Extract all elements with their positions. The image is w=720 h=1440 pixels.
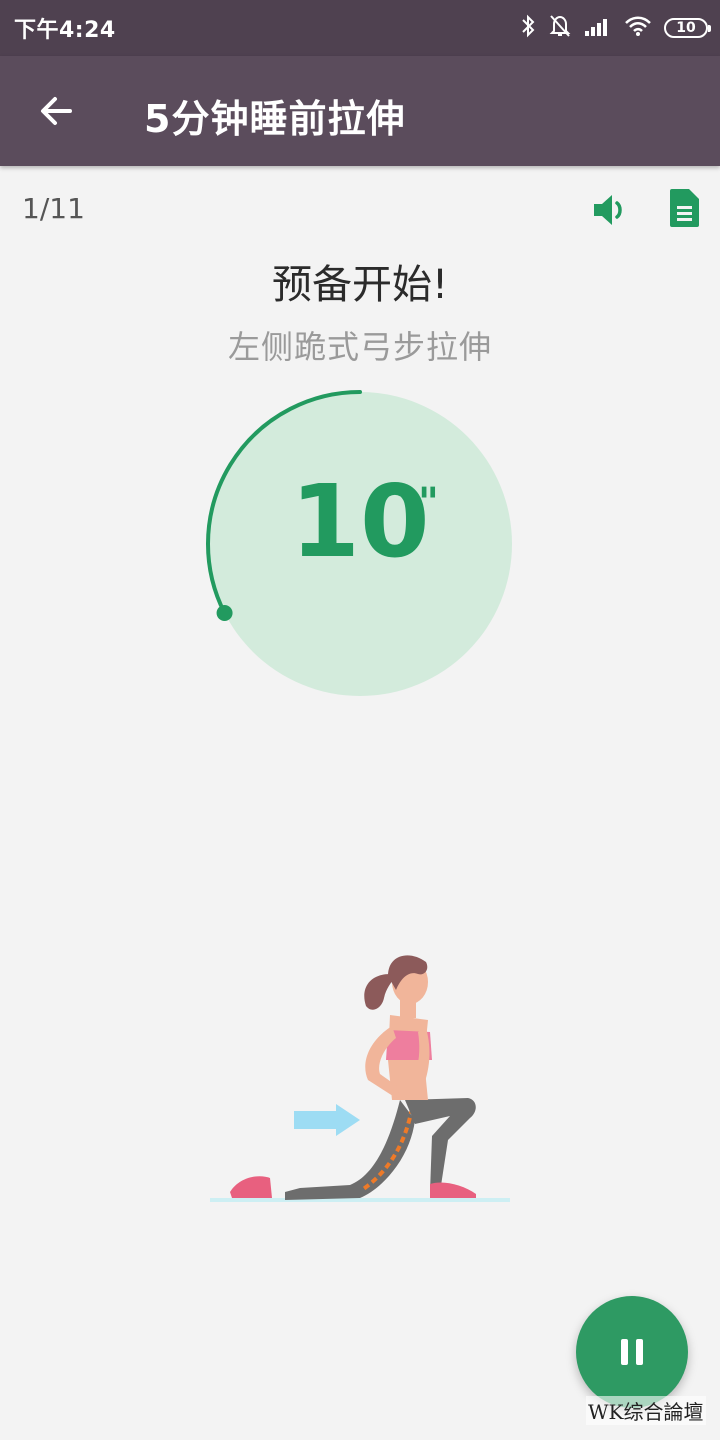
ready-title: 预备开始!	[271, 262, 449, 308]
countdown-progress-dot	[216, 605, 233, 622]
document-icon	[670, 189, 699, 227]
countdown-unit: "	[418, 480, 439, 526]
mute-bell-icon	[548, 13, 572, 43]
back-button[interactable]	[28, 83, 84, 139]
page-title: 5分钟睡前拉伸	[144, 97, 406, 141]
watermark: WK综合論壇	[586, 1396, 706, 1425]
countdown-value: 10	[290, 463, 430, 580]
woman-stretching-figure	[230, 955, 476, 1200]
pause-icon	[621, 1339, 643, 1365]
instructions-button[interactable]	[660, 184, 708, 232]
battery-icon: 10	[664, 18, 711, 38]
pause-button[interactable]	[576, 1296, 688, 1408]
sound-toggle-button[interactable]	[586, 186, 634, 234]
signal-icon	[584, 15, 612, 41]
bluetooth-icon	[520, 13, 536, 43]
floor-line	[210, 1198, 510, 1202]
status-time: 下午4:24	[14, 18, 116, 43]
app-bar: 5分钟睡前拉伸	[0, 56, 720, 166]
arrow-left-icon	[41, 97, 72, 125]
volume-icon	[594, 195, 622, 225]
exercise-illustration	[200, 940, 540, 1240]
status-bar: 下午4:24 10	[0, 0, 720, 56]
exercise-progress-counter: 1/11	[22, 192, 85, 225]
status-icons: 10	[520, 12, 711, 44]
arrow-right-icon	[294, 1104, 360, 1136]
wifi-icon	[624, 15, 652, 41]
countdown-timer: 10 "	[196, 380, 524, 708]
exercise-name: 左侧跪式弓步拉伸	[227, 328, 492, 366]
